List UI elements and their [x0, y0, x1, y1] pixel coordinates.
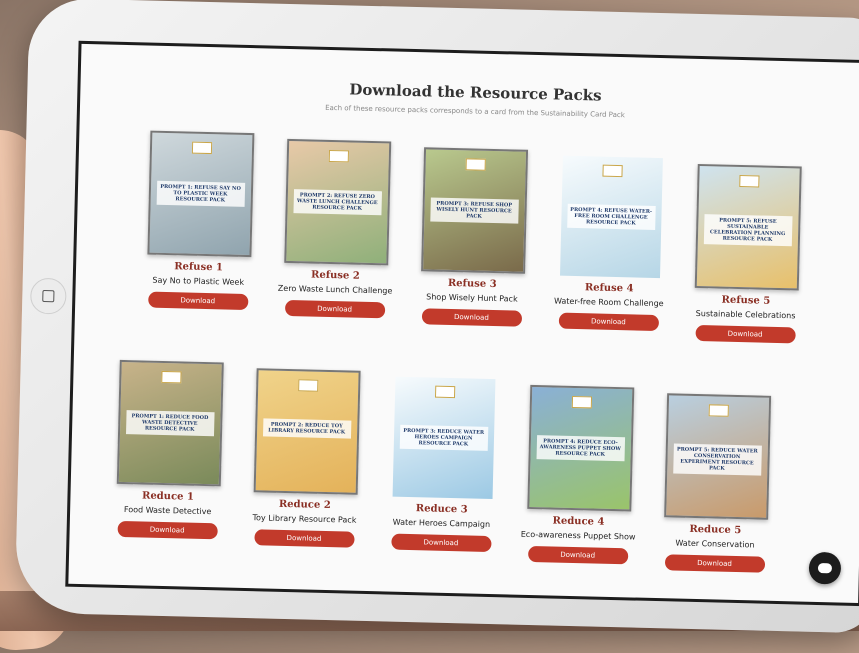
- resource-cover[interactable]: PROMPT 2: REDUCE TOY LIBRARY RESOURCE PA…: [253, 368, 361, 495]
- chat-icon: [817, 563, 833, 574]
- tablet-screen: Download the Resource Packs Each of thes…: [65, 40, 859, 607]
- resource-cover[interactable]: PROMPT 1: REDUCE FOOD WASTE DETECTIVE RE…: [116, 359, 224, 487]
- resource-cover[interactable]: PROMPT 5: REFUSE SUSTAINABLE CELEBRATION…: [694, 163, 802, 291]
- home-button[interactable]: [29, 277, 67, 315]
- cover-title: PROMPT 3: REFUSE SHOP WISELY HUNT RESOUR…: [429, 197, 519, 224]
- card-label: Refuse 5: [721, 294, 771, 307]
- card-name: Zero Waste Lunch Challenge: [277, 283, 393, 296]
- cover-title: PROMPT 5: REDUCE WATER CONSERVATION EXPE…: [672, 443, 762, 476]
- card-name: Sustainable Celebrations: [695, 308, 796, 321]
- logo-badge: [434, 385, 455, 399]
- download-button[interactable]: Download: [527, 545, 628, 565]
- card-name: Say No to Plastic Week: [152, 275, 245, 287]
- card-name: Shop Wisely Hunt Pack: [426, 292, 518, 304]
- card-label: Reduce 3: [415, 503, 468, 516]
- download-button[interactable]: Download: [253, 529, 355, 548]
- cover-title: PROMPT 4: REDUCE ECO-AWARENESS PUPPET SH…: [536, 435, 625, 462]
- card-name: Water Heroes Campaign: [392, 517, 491, 529]
- card-label: Reduce 1: [141, 490, 195, 503]
- chat-button[interactable]: [808, 551, 842, 585]
- resource-card: PROMPT 1: REFUSE SAY NO TO PLASTIC WEEK …: [130, 130, 269, 311]
- cover-title: PROMPT 2: REDUCE TOY LIBRARY RESOURCE PA…: [262, 418, 351, 439]
- resource-card: PROMPT 3: REFUSE SHOP WISELY HUNT RESOUR…: [404, 147, 543, 327]
- resource-card: PROMPT 5: REFUSE SUSTAINABLE CELEBRATION…: [677, 163, 816, 344]
- card-label: Refuse 4: [584, 282, 634, 295]
- card-label: Reduce 4: [552, 515, 605, 528]
- logo-badge: [601, 164, 623, 178]
- reduce-row: PROMPT 1: REDUCE FOOD WASTE DETECTIVE RE…: [74, 359, 859, 573]
- resource-cover[interactable]: PROMPT 4: REFUSE WATER-FREE ROOM CHALLEN…: [559, 155, 663, 279]
- logo-badge: [571, 395, 592, 409]
- download-button[interactable]: Download: [390, 533, 492, 553]
- resource-cover[interactable]: PROMPT 3: REDUCE WATER HEROES CAMPAIGN R…: [392, 376, 495, 500]
- resource-card: PROMPT 1: REDUCE FOOD WASTE DETECTIVE RE…: [99, 359, 238, 540]
- download-button[interactable]: Download: [694, 324, 796, 344]
- cover-title: PROMPT 4: REFUSE WATER-FREE ROOM CHALLEN…: [566, 203, 656, 230]
- logo-badge: [465, 158, 486, 171]
- resource-cover[interactable]: PROMPT 5: REDUCE WATER CONSERVATION EXPE…: [663, 393, 771, 520]
- download-button[interactable]: Download: [421, 308, 522, 327]
- logo-badge: [708, 404, 729, 417]
- card-name: Water-free Room Challenge: [553, 296, 664, 309]
- download-button[interactable]: Download: [116, 520, 218, 540]
- card-name: Eco-awareness Puppet Show: [520, 529, 636, 542]
- resource-cover[interactable]: PROMPT 1: REFUSE SAY NO TO PLASTIC WEEK …: [146, 130, 254, 258]
- card-label: Reduce 2: [278, 498, 331, 512]
- refuse-row: PROMPT 1: REFUSE SAY NO TO PLASTIC WEEK …: [79, 129, 859, 344]
- resource-card: PROMPT 2: REDUCE TOY LIBRARY RESOURCE PA…: [236, 368, 375, 548]
- logo-badge: [328, 149, 349, 163]
- card-name: Toy Library Resource Pack: [252, 513, 357, 525]
- card-label: Refuse 3: [447, 277, 497, 291]
- resource-card: PROMPT 3: REDUCE WATER HEROES CAMPAIGN R…: [373, 376, 512, 553]
- home-square-icon: [42, 289, 55, 303]
- cover-title: PROMPT 5: REFUSE SUSTAINABLE CELEBRATION…: [703, 214, 793, 247]
- resource-cover[interactable]: PROMPT 2: REFUSE ZERO WASTE LUNCH CHALLE…: [283, 138, 391, 266]
- card-name: Water Conservation: [675, 538, 755, 550]
- cover-title: PROMPT 1: REDUCE FOOD WASTE DETECTIVE RE…: [125, 410, 215, 437]
- download-button[interactable]: Download: [558, 312, 659, 332]
- cover-title: PROMPT 1: REFUSE SAY NO TO PLASTIC WEEK …: [156, 180, 245, 207]
- tablet-frame: Download the Resource Packs Each of thes…: [14, 0, 859, 634]
- logo-badge: [738, 174, 760, 188]
- card-name: Food Waste Detective: [123, 505, 212, 517]
- resource-card: PROMPT 5: REDUCE WATER CONSERVATION EXPE…: [647, 393, 786, 573]
- cover-title: PROMPT 2: REFUSE ZERO WASTE LUNCH CHALLE…: [292, 189, 382, 216]
- card-label: Refuse 1: [174, 261, 224, 274]
- logo-badge: [297, 379, 318, 392]
- cover-title: PROMPT 3: REDUCE WATER HEROES CAMPAIGN R…: [399, 424, 488, 451]
- resource-cover[interactable]: PROMPT 4: REDUCE ECO-AWARENESS PUPPET SH…: [526, 384, 634, 512]
- download-button[interactable]: Download: [284, 299, 385, 319]
- logo-badge: [160, 370, 182, 384]
- logo-badge: [191, 141, 212, 155]
- download-button[interactable]: Download: [664, 554, 765, 573]
- resource-card: PROMPT 4: REFUSE WATER-FREE ROOM CHALLEN…: [541, 155, 680, 332]
- resource-card: PROMPT 4: REDUCE ECO-AWARENESS PUPPET SH…: [510, 384, 649, 565]
- resource-cover[interactable]: PROMPT 3: REFUSE SHOP WISELY HUNT RESOUR…: [420, 147, 528, 274]
- resource-card: PROMPT 2: REFUSE ZERO WASTE LUNCH CHALLE…: [267, 138, 406, 319]
- download-button[interactable]: Download: [147, 291, 248, 311]
- card-label: Refuse 2: [310, 269, 360, 282]
- card-label: Reduce 5: [689, 523, 742, 537]
